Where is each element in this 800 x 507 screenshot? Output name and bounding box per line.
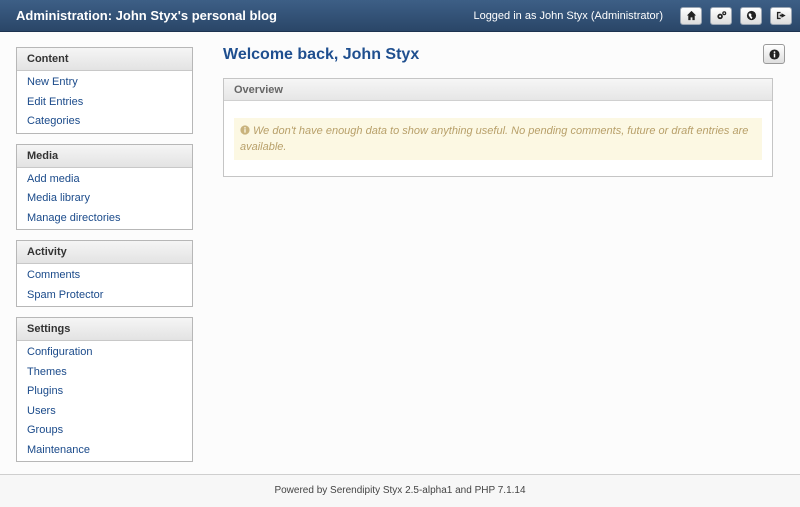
footer-text: Powered by Serendipity Styx 2.5-alpha1 a…	[274, 485, 526, 496]
menu-section-activity: Activity Comments Spam Protector	[16, 240, 193, 307]
menu-section-settings: Settings Configuration Themes Plugins Us…	[16, 317, 193, 462]
sidebar-item-media-library[interactable]: Media library	[17, 189, 192, 209]
page-title: Welcome back, John Styx	[223, 46, 420, 63]
main-content: Welcome back, John Styx Overview We don'…	[223, 43, 785, 177]
home-button[interactable]	[680, 6, 702, 25]
overview-panel: Overview We don't have enough data to sh…	[223, 78, 773, 177]
top-bar: Administration: John Styx's personal blo…	[0, 0, 800, 32]
menu-section-content: Content New Entry Edit Entries Categorie…	[16, 47, 193, 134]
notice-message: We don't have enough data to show anythi…	[234, 118, 762, 160]
menu-section-title: Media	[17, 144, 192, 168]
view-site-button[interactable]	[740, 6, 762, 25]
sidebar-item-edit-entries[interactable]: Edit Entries	[17, 93, 192, 113]
logout-icon	[776, 11, 786, 20]
sidebar-item-users[interactable]: Users	[17, 402, 192, 422]
info-circle-icon	[240, 125, 250, 135]
gears-icon	[716, 11, 726, 20]
sidebar-item-comments[interactable]: Comments	[17, 266, 192, 286]
info-icon	[768, 48, 780, 60]
globe-icon	[746, 10, 756, 21]
info-button[interactable]	[763, 44, 785, 64]
settings-button[interactable]	[710, 6, 732, 25]
home-icon	[686, 10, 696, 21]
menu-section-title: Activity	[17, 241, 192, 264]
sidebar-item-groups[interactable]: Groups	[17, 421, 192, 441]
footer: Powered by Serendipity Styx 2.5-alpha1 a…	[0, 474, 800, 507]
sidebar-item-manage-directories[interactable]: Manage directories	[17, 209, 192, 229]
menu-section-title: Content	[17, 48, 192, 71]
sidebar-item-categories[interactable]: Categories	[17, 112, 192, 132]
menu-section-media: Media Add media Media library Manage dir…	[16, 143, 193, 230]
sidebar-item-new-entry[interactable]: New Entry	[17, 73, 192, 93]
site-title[interactable]: Administration: John Styx's personal blo…	[16, 8, 473, 23]
sidebar-item-spam-protector[interactable]: Spam Protector	[17, 286, 192, 306]
menu-section-title: Settings	[17, 318, 192, 341]
notice-text: We don't have enough data to show anythi…	[240, 125, 749, 153]
logout-button[interactable]	[770, 6, 792, 25]
sidebar-item-maintenance[interactable]: Maintenance	[17, 441, 192, 461]
sidebar-item-add-media[interactable]: Add media	[17, 170, 192, 190]
logged-in-status: Logged in as John Styx (Administrator)	[473, 9, 663, 22]
sidebar: Content New Entry Edit Entries Categorie…	[16, 47, 193, 472]
sidebar-item-plugins[interactable]: Plugins	[17, 382, 192, 402]
sidebar-item-configuration[interactable]: Configuration	[17, 343, 192, 363]
sidebar-item-themes[interactable]: Themes	[17, 363, 192, 383]
overview-title: Overview	[224, 79, 772, 101]
